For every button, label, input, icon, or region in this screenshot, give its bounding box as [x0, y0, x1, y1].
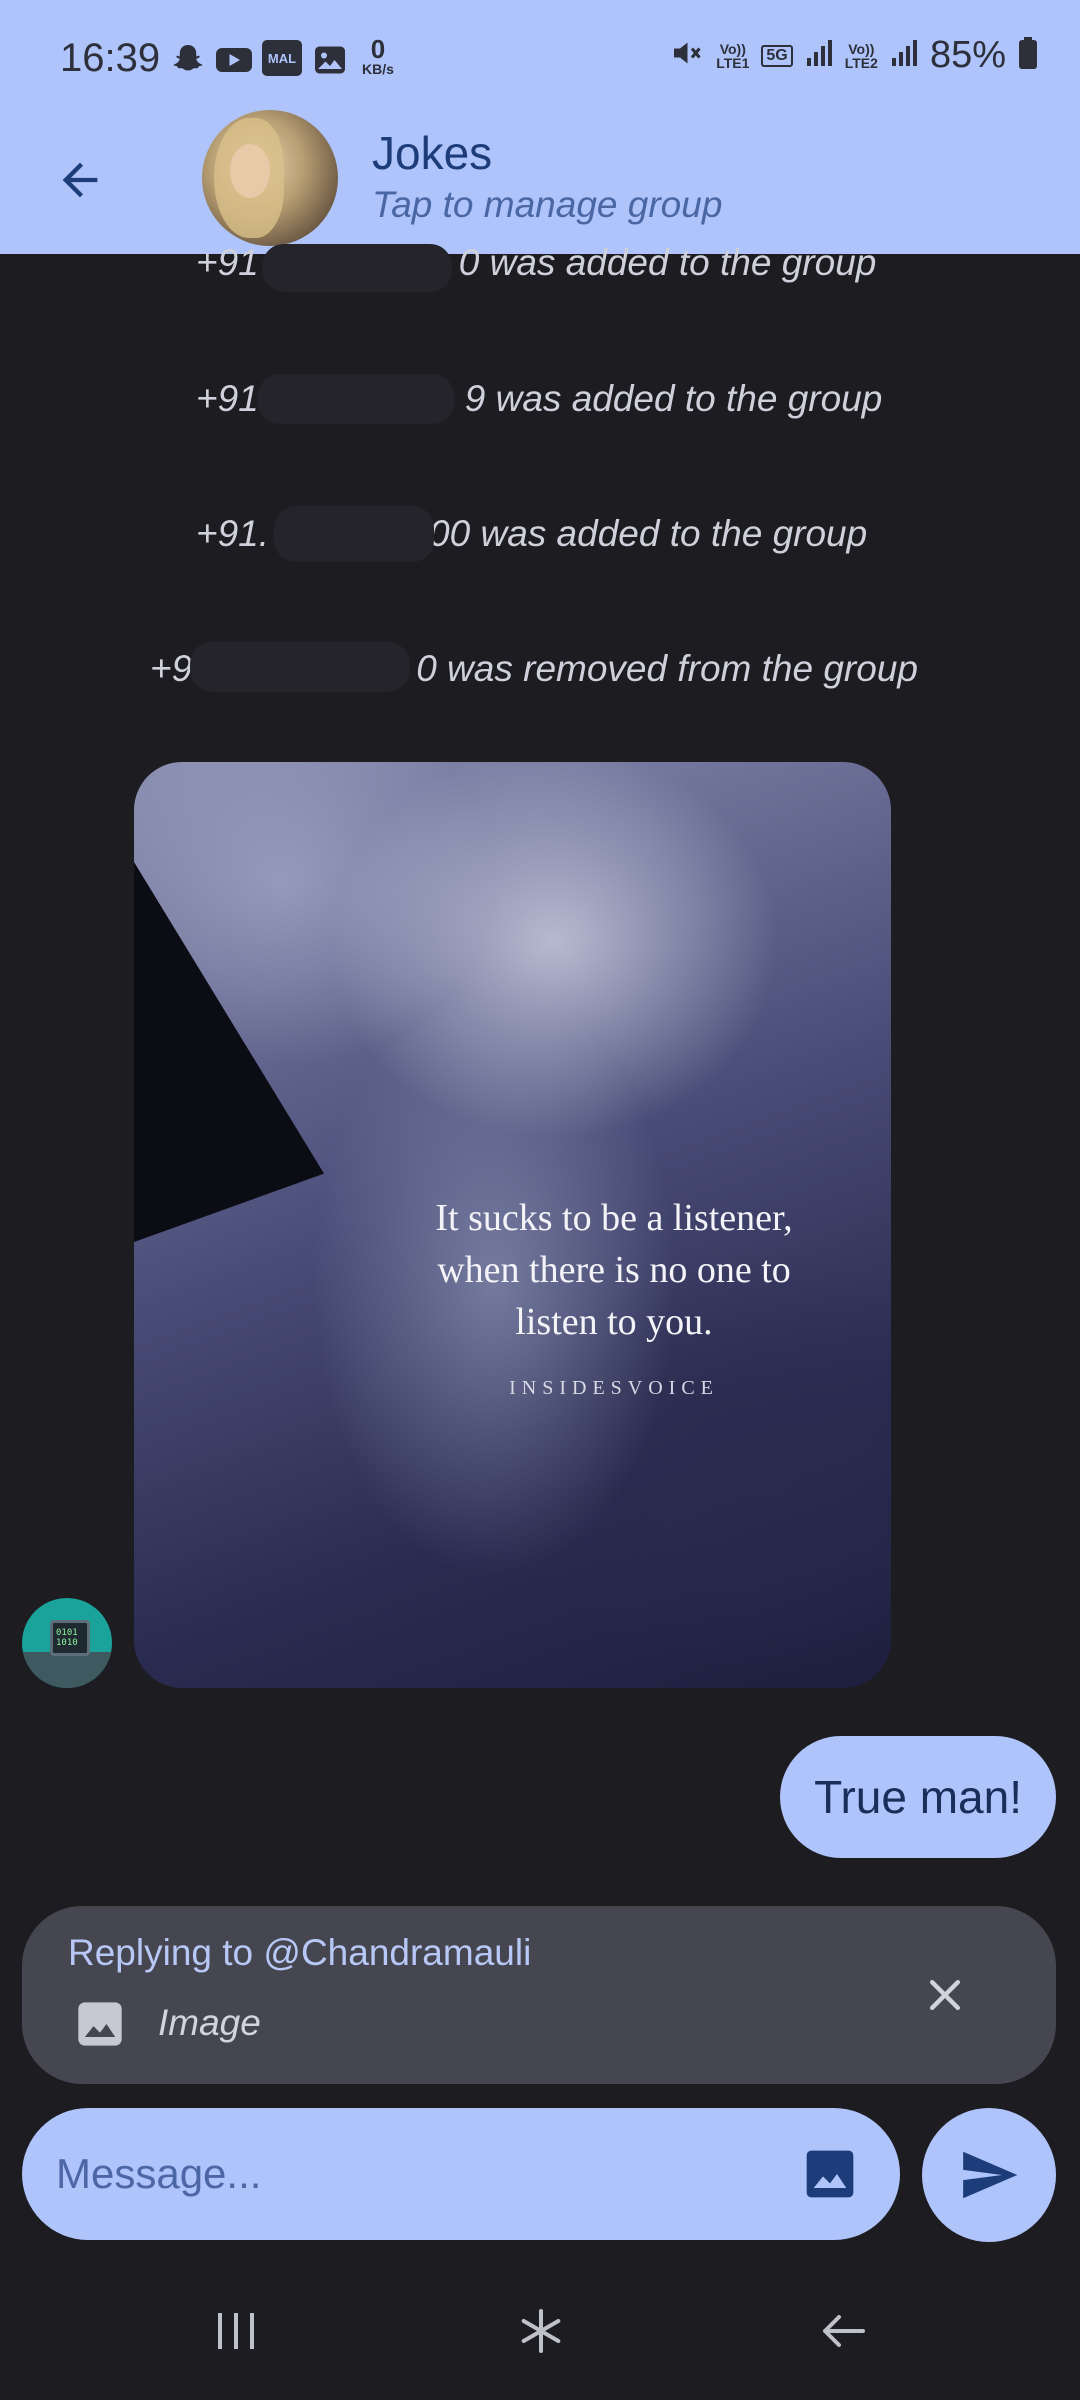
sim1-indicator: Vo)) LTE1 — [716, 42, 749, 70]
app-bar: Jokes Tap to manage group — [0, 104, 1080, 254]
redaction-mark — [262, 244, 452, 292]
quote-watermark: INSIDESVOICE — [509, 1377, 719, 1399]
avatar-face-shape — [230, 144, 270, 198]
status-bar: 16:39 MAL 0 KB/s Vo)) LTE1 5G Vo)) LTE2 … — [0, 0, 1080, 120]
quote-line: It sucks to be a listener, — [435, 1197, 793, 1239]
system-nav-bar — [0, 2266, 1080, 2400]
sender-avatar[interactable]: 0101 1010 — [22, 1598, 112, 1688]
mal-icon-text: MAL — [267, 50, 297, 66]
net-speed-value: 0 — [370, 34, 386, 64]
message-composer — [22, 2108, 900, 2240]
redaction-mark — [274, 506, 434, 562]
avatar-binary-text: 0101 1010 — [56, 1628, 78, 1648]
quote-line: listen to you. — [515, 1301, 713, 1343]
net-speed-unit: KB/s — [362, 61, 394, 77]
top-app-area: 16:39 MAL 0 KB/s Vo)) LTE1 5G Vo)) LTE2 … — [0, 0, 1080, 254]
back-button[interactable] — [44, 144, 116, 216]
image-icon — [806, 2150, 854, 2198]
send-button[interactable] — [922, 2108, 1056, 2242]
signal-icon — [805, 38, 833, 73]
recent-apps-button[interactable] — [192, 2296, 282, 2366]
sim1-sub: LTE1 — [716, 54, 750, 71]
nav-back-button[interactable] — [798, 2296, 888, 2366]
home-button[interactable] — [496, 2296, 586, 2366]
building-silhouette — [134, 862, 324, 1242]
status-time: 16:39 — [60, 36, 161, 80]
system-message-prefix: +91 — [196, 242, 259, 283]
net-speed: 0 KB/s — [356, 36, 400, 76]
computer-icon: 0101 1010 — [50, 1620, 90, 1656]
redaction-mark — [190, 642, 410, 692]
back-arrow-icon — [823, 2315, 865, 2347]
home-icon — [521, 2309, 561, 2353]
group-avatar[interactable] — [202, 110, 338, 246]
system-message-prefix: +9 — [150, 648, 193, 689]
outgoing-message-text: True man! — [814, 1771, 1022, 1823]
group-subtitle[interactable]: Tap to manage group — [372, 184, 722, 226]
quote-text: It sucks to be a listener, when there is… — [394, 1192, 834, 1348]
sim2-indicator: Vo)) LTE2 — [845, 42, 878, 70]
signal-icon — [890, 38, 918, 73]
send-icon — [963, 2151, 1018, 2199]
sim2-sub: LTE2 — [844, 54, 878, 71]
battery-icon — [1018, 36, 1038, 75]
recents-icon — [218, 2313, 254, 2349]
network-type-label: 5G — [766, 46, 788, 64]
reply-preview-panel: Replying to @Chandramauli Image — [22, 1906, 1056, 2084]
gallery-icon — [312, 42, 348, 83]
system-message-suffix: 0 was removed from the group — [416, 648, 918, 689]
message-input[interactable] — [56, 2108, 776, 2240]
image-message[interactable]: It sucks to be a listener, when there is… — [134, 762, 891, 1688]
close-icon — [929, 1979, 961, 2011]
system-message-suffix: 0 was added to the group — [458, 242, 877, 283]
system-message-suffix: 9 was added to the group — [464, 378, 883, 419]
mal-icon: MAL — [262, 40, 302, 76]
network-type: 5G — [761, 44, 793, 67]
status-right-group: Vo)) LTE1 5G Vo)) LTE2 85% — [668, 34, 1038, 77]
sim2-label: Vo)) — [848, 40, 875, 57]
youtube-icon — [214, 42, 254, 83]
mute-icon — [668, 35, 704, 76]
image-icon — [74, 1998, 126, 2050]
redaction-mark — [258, 374, 454, 424]
system-message-prefix: +91. — [196, 513, 270, 554]
system-message-suffix: 00 was added to the group — [429, 513, 868, 554]
battery-percent: 85% — [929, 34, 1006, 76]
replying-to-label: Replying to @Chandramauli — [68, 1932, 532, 1973]
system-message-prefix: +91 — [196, 378, 259, 419]
snapchat-icon — [170, 42, 206, 83]
attach-image-button[interactable] — [802, 2146, 858, 2202]
group-title[interactable]: Jokes — [372, 126, 492, 180]
close-reply-button[interactable] — [912, 1962, 978, 2028]
sim1-label: Vo)) — [719, 40, 746, 57]
outgoing-message-bubble[interactable]: True man! — [780, 1736, 1056, 1858]
reply-attachment-label: Image — [158, 2002, 261, 2043]
arrow-left-icon — [62, 162, 98, 198]
quote-line: when there is no one to — [437, 1249, 791, 1291]
avatar-desk-shape — [22, 1652, 112, 1688]
